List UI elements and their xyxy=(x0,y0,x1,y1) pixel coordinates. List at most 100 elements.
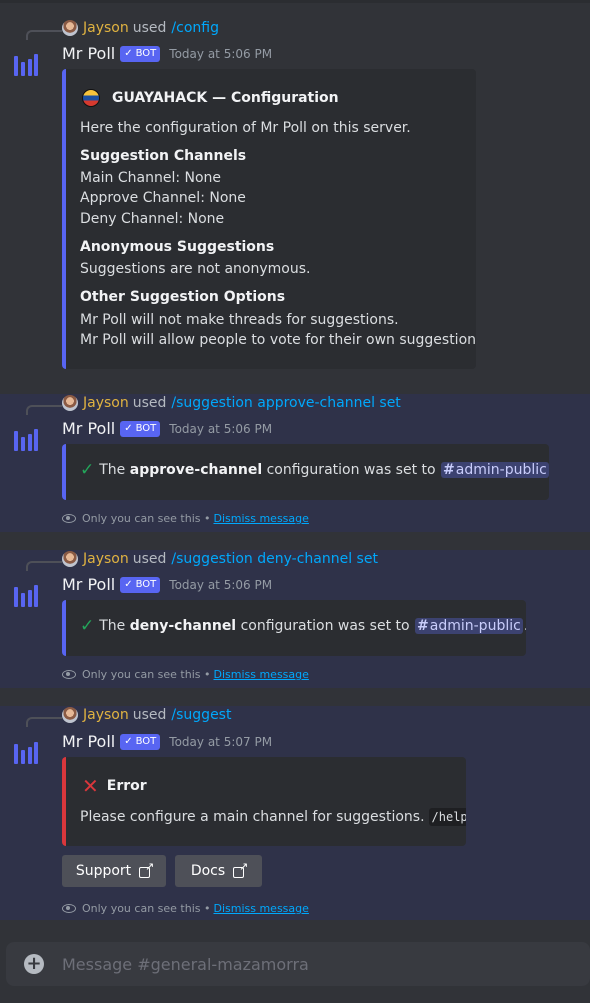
message-composer[interactable]: + Message #general-mazamorra xyxy=(6,942,590,986)
ephemeral-notice: Only you can see this • Dismiss message xyxy=(62,512,309,525)
timestamp: Today at 5:06 PM xyxy=(169,577,273,592)
bot-badge: ✓ BOT xyxy=(120,576,161,593)
bot-avatar-icon[interactable] xyxy=(14,583,38,607)
reply-used-label: used xyxy=(132,551,167,567)
error-x-icon: ✕ xyxy=(82,774,99,798)
message-input[interactable]: Message #general-mazamorra xyxy=(62,955,309,974)
field-name: Other Suggestion Options xyxy=(80,289,286,305)
help-command-code: /help xyxy=(428,808,466,826)
eye-icon xyxy=(62,670,76,679)
dismiss-message-link[interactable]: Dismiss message xyxy=(213,668,308,681)
timestamp: Today at 5:06 PM xyxy=(169,421,273,436)
field-name: Suggestion Channels xyxy=(80,148,247,164)
eye-icon xyxy=(62,904,76,913)
ephemeral-text: Only you can see this • xyxy=(82,902,211,915)
result-middle: configuration was set to xyxy=(240,618,410,634)
field-name: Anonymous Suggestions xyxy=(80,239,275,255)
bot-name[interactable]: Mr Poll xyxy=(62,575,115,594)
verified-check-icon: ✓ xyxy=(124,423,133,434)
reply-command[interactable]: /suggestion approve-channel set xyxy=(171,395,400,411)
result-prefix: The xyxy=(99,618,126,634)
bot-badge: ✓ BOT xyxy=(120,45,161,62)
channel-mention[interactable]: #admin-public xyxy=(441,462,549,478)
field-line: Approve Channel: None xyxy=(80,190,246,206)
field-line: Mr Poll will allow people to vote for th… xyxy=(80,332,476,348)
bot-name[interactable]: Mr Poll xyxy=(62,419,115,438)
embed-title: GUAYAHACK — Configuration xyxy=(82,89,339,107)
field-line: Deny Channel: None xyxy=(80,211,225,227)
user-avatar[interactable] xyxy=(62,707,78,723)
reply-command[interactable]: /suggestion deny-channel set xyxy=(171,551,378,567)
message-approve-channel: Jayson used /suggestion approve-channel … xyxy=(0,394,590,532)
user-avatar[interactable] xyxy=(62,20,78,36)
channel-mention[interactable]: #admin-public xyxy=(415,618,523,634)
result-line: ✓ The deny-channel configuration was set… xyxy=(80,616,526,636)
reply-connector xyxy=(26,717,62,727)
reply-connector xyxy=(26,561,62,571)
result-embed: ✓ The deny-channel configuration was set… xyxy=(62,600,526,656)
verified-check-icon: ✓ xyxy=(124,736,133,747)
field-line: Main Channel: None xyxy=(80,170,222,186)
verified-check-icon: ✓ xyxy=(124,579,133,590)
eye-icon xyxy=(62,514,76,523)
hash-icon: # xyxy=(417,618,429,634)
error-text: Please configure a main channel for sugg… xyxy=(80,808,466,826)
result-line: ✓ The approve-channel configuration was … xyxy=(80,460,549,480)
reply-command[interactable]: /config xyxy=(171,20,219,36)
reply-used-label: used xyxy=(132,395,167,411)
user-avatar[interactable] xyxy=(62,551,78,567)
message-suggest-error: Jayson used /suggest Mr Poll ✓ BOT Today … xyxy=(0,706,590,920)
check-icon: ✓ xyxy=(80,460,95,480)
docs-button[interactable]: Docs xyxy=(175,855,262,887)
timestamp: Today at 5:07 PM xyxy=(169,734,273,749)
bot-name[interactable]: Mr Poll xyxy=(62,732,115,751)
server-logo-icon xyxy=(82,89,100,107)
bot-avatar-icon[interactable] xyxy=(14,740,38,764)
reply-username[interactable]: Jayson xyxy=(83,551,129,567)
field-line: Mr Poll will not make threads for sugges… xyxy=(80,312,399,328)
message-header: Mr Poll ✓ BOT Today at 5:06 PM xyxy=(62,44,272,63)
bot-avatar-icon[interactable] xyxy=(14,427,38,451)
reply-command[interactable]: /suggest xyxy=(171,707,231,723)
reply-username[interactable]: Jayson xyxy=(83,707,129,723)
reply-context[interactable]: Jayson used /suggestion approve-channel … xyxy=(62,395,401,411)
embed-description: Here the configuration of Mr Poll on thi… xyxy=(80,120,411,136)
field-line: Suggestions are not anonymous. xyxy=(80,261,311,277)
bot-badge: ✓ BOT xyxy=(120,733,161,750)
dismiss-message-link[interactable]: Dismiss message xyxy=(213,902,308,915)
bot-name[interactable]: Mr Poll xyxy=(62,44,115,63)
result-prefix: The xyxy=(99,462,126,478)
reply-username[interactable]: Jayson xyxy=(83,20,129,36)
config-key: approve-channel xyxy=(129,462,263,478)
reply-context[interactable]: Jayson used /suggestion deny-channel set xyxy=(62,551,378,567)
result-embed: ✓ The approve-channel configuration was … xyxy=(62,444,549,500)
timestamp: Today at 5:06 PM xyxy=(169,46,273,61)
bot-avatar-icon[interactable] xyxy=(14,52,38,76)
result-middle: configuration was set to xyxy=(266,462,436,478)
ephemeral-notice: Only you can see this • Dismiss message xyxy=(62,668,309,681)
dismiss-message-link[interactable]: Dismiss message xyxy=(213,512,308,525)
bot-badge: ✓ BOT xyxy=(120,420,161,437)
reply-context[interactable]: Jayson used /suggest xyxy=(62,707,231,723)
support-button[interactable]: Support xyxy=(62,855,166,887)
config-key: deny-channel xyxy=(129,618,237,634)
reply-username[interactable]: Jayson xyxy=(83,395,129,411)
check-icon: ✓ xyxy=(80,616,95,636)
external-link-icon xyxy=(233,860,248,878)
error-title: ✕ Error xyxy=(82,774,147,798)
error-embed: ✕ Error Please configure a main channel … xyxy=(62,757,466,846)
add-attachment-icon[interactable]: + xyxy=(24,954,44,974)
reply-context[interactable]: Jayson used /config xyxy=(62,20,219,36)
message-deny-channel: Jayson used /suggestion deny-channel set… xyxy=(0,550,590,688)
reply-connector xyxy=(26,405,62,415)
hash-icon: # xyxy=(443,462,455,478)
user-avatar[interactable] xyxy=(62,395,78,411)
message-header: Mr Poll ✓ BOT Today at 5:06 PM xyxy=(62,575,272,594)
message-header: Mr Poll ✓ BOT Today at 5:06 PM xyxy=(62,419,272,438)
ephemeral-text: Only you can see this • xyxy=(82,512,211,525)
reply-used-label: used xyxy=(132,707,167,723)
ephemeral-notice: Only you can see this • Dismiss message xyxy=(62,902,309,915)
verified-check-icon: ✓ xyxy=(124,48,133,59)
ephemeral-text: Only you can see this • xyxy=(82,668,211,681)
message-header: Mr Poll ✓ BOT Today at 5:07 PM xyxy=(62,732,272,751)
